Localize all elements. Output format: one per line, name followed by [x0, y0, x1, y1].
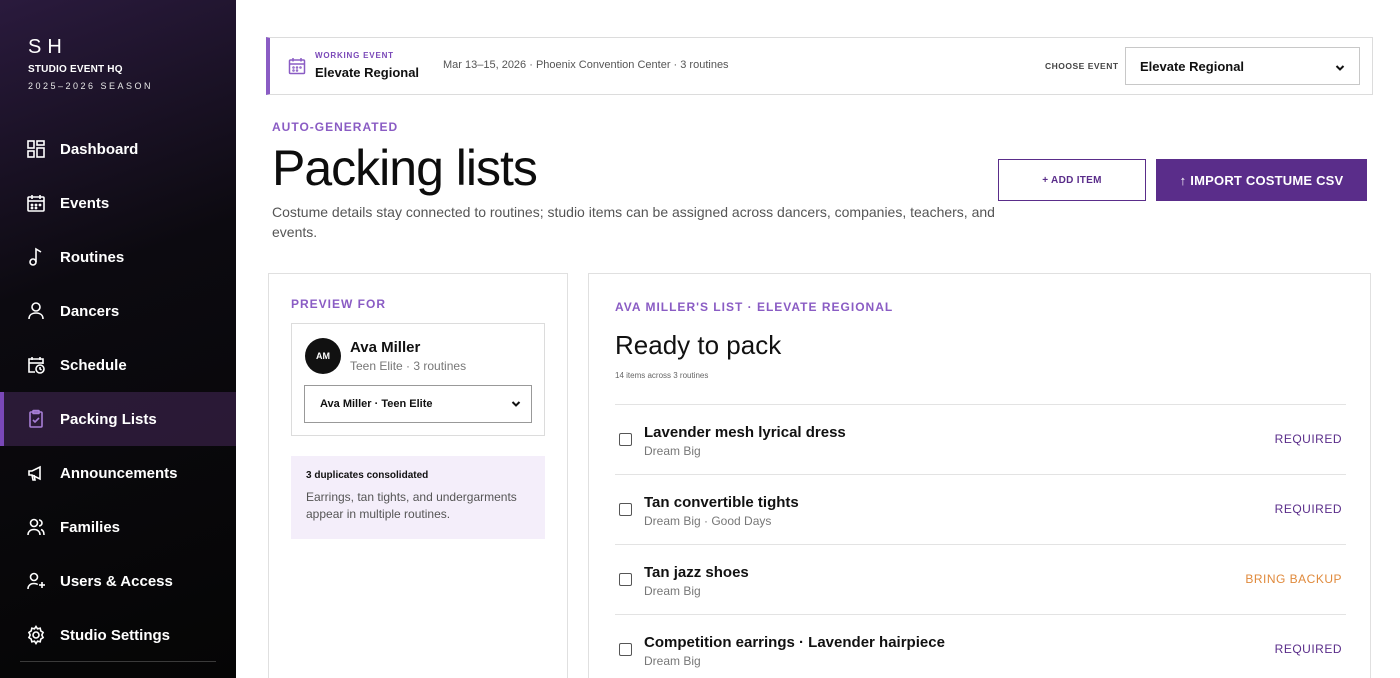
- item-tag: REQUIRED: [1274, 642, 1342, 656]
- item-routines: Dream Big · Good Days: [644, 514, 772, 528]
- item-name: Tan convertible tights: [644, 494, 799, 511]
- chevron-down-icon: [1335, 61, 1345, 71]
- clipboard-check-icon: [26, 409, 46, 429]
- sidebar-item-studio-settings[interactable]: Studio Settings: [0, 608, 236, 662]
- calendar-clock-icon: [26, 355, 46, 375]
- page-description: Costume details stay connected to routin…: [272, 204, 995, 240]
- item-routines: Dream Big: [644, 444, 701, 458]
- item-tag: BRING BACKUP: [1245, 572, 1342, 586]
- sidebar-item-announcements[interactable]: Announcements: [0, 446, 236, 500]
- item-checkbox[interactable]: [619, 573, 632, 586]
- people-icon: [26, 517, 46, 537]
- sidebar-item-label: Packing Lists: [60, 410, 157, 428]
- sidebar-item-label: Schedule: [60, 356, 127, 374]
- music-note-icon: [26, 247, 46, 267]
- duplicates-text: Earrings, tan tights, and undergarments …: [306, 490, 517, 521]
- grid-icon: [26, 139, 46, 159]
- sidebar-item-dashboard[interactable]: Dashboard: [0, 122, 236, 176]
- sidebar-item-label: Dancers: [60, 302, 120, 320]
- working-event-label: WORKING EVENT: [315, 51, 394, 60]
- megaphone-icon: [26, 463, 46, 483]
- sidebar-item-label: Studio Settings: [60, 626, 170, 644]
- dancer-name: Ava Miller: [350, 339, 421, 356]
- list-label: AVA MILLER'S LIST · ELEVATE REGIONAL: [615, 300, 894, 314]
- user-plus-icon: [26, 571, 46, 591]
- sidebar-item-routines[interactable]: Routines: [0, 230, 236, 284]
- person-icon: [26, 301, 46, 321]
- list-item: Lavender mesh lyrical dress Dream Big RE…: [615, 404, 1346, 474]
- sidebar-item-label: Events: [60, 194, 110, 212]
- brand-mark: SH: [28, 36, 68, 58]
- item-routines: Dream Big: [644, 654, 701, 668]
- sidebar-item-events[interactable]: Events: [0, 176, 236, 230]
- add-item-button[interactable]: + ADD ITEM: [998, 159, 1146, 201]
- item-checkbox[interactable]: [619, 503, 632, 516]
- import-costume-csv-button[interactable]: ↑ IMPORT COSTUME CSV: [1156, 159, 1367, 201]
- sidebar-item-label: Users & Access: [60, 572, 173, 590]
- page-title: Packing lists: [272, 140, 538, 196]
- item-tag: REQUIRED: [1274, 432, 1342, 446]
- item-name: Tan jazz shoes: [644, 564, 749, 581]
- item-checkbox[interactable]: [619, 643, 632, 656]
- list-item: Tan jazz shoes Dream Big BRING BACKUP: [615, 544, 1346, 614]
- sidebar-item-packing-lists[interactable]: Packing Lists: [0, 392, 236, 446]
- page-eyebrow: AUTO-GENERATED: [272, 120, 399, 134]
- duplicates-title: 3 duplicates consolidated: [306, 470, 429, 481]
- brand-season: 2025–2026 SEASON: [28, 81, 154, 91]
- gear-icon: [26, 625, 46, 645]
- avatar: AM: [305, 338, 341, 374]
- brand: SH STUDIO EVENT HQ 2025–2026 SEASON: [28, 36, 153, 91]
- sidebar-item-label: Families: [60, 518, 121, 536]
- calendar-icon: [26, 193, 46, 213]
- sidebar: SH STUDIO EVENT HQ 2025–2026 SEASON Dash…: [0, 0, 236, 678]
- dancer-select[interactable]: Ava Miller · Teen Elite: [304, 385, 532, 423]
- preview-label: PREVIEW FOR: [291, 297, 387, 311]
- choose-event-label: CHOOSE EVENT: [1045, 61, 1119, 71]
- sidebar-item-label: Announcements: [60, 464, 178, 482]
- sidebar-item-label: Routines: [60, 248, 125, 266]
- brand-name: STUDIO EVENT HQ: [28, 64, 123, 75]
- sidebar-nav: Dashboard Events Routines Dancers Schedu…: [0, 122, 236, 662]
- sidebar-item-schedule[interactable]: Schedule: [0, 338, 236, 392]
- dancer-box: AM Ava Miller Teen Elite · 3 routines Av…: [291, 323, 545, 436]
- dancer-select-value: Ava Miller · Teen Elite: [320, 398, 433, 410]
- packing-list-card: AVA MILLER'S LIST · ELEVATE REGIONAL Rea…: [588, 273, 1371, 678]
- sidebar-item-dancers[interactable]: Dancers: [0, 284, 236, 338]
- sidebar-item-label: Dashboard: [60, 140, 139, 158]
- upload-arrow-icon: ↑: [1179, 172, 1187, 188]
- item-checkbox[interactable]: [619, 433, 632, 446]
- preview-card: PREVIEW FOR AM Ava Miller Teen Elite · 3…: [268, 273, 568, 678]
- list-title: Ready to pack: [615, 330, 782, 360]
- duplicates-notice: 3 duplicates consolidated Earrings, tan …: [291, 456, 545, 539]
- item-name: Competition earrings · Lavender hairpiec…: [644, 634, 945, 651]
- import-button-label: IMPORT COSTUME CSV: [1190, 172, 1344, 188]
- sidebar-item-users-access[interactable]: Users & Access: [0, 554, 236, 608]
- working-event-bar: WORKING EVENT Elevate Regional Mar 13–15…: [266, 37, 1373, 95]
- list-subtitle: 14 items across 3 routines: [615, 371, 709, 380]
- item-routines: Dream Big: [644, 584, 701, 598]
- item-tag: REQUIRED: [1274, 502, 1342, 516]
- item-name: Lavender mesh lyrical dress: [644, 424, 846, 441]
- list-item: Tan convertible tights Dream Big · Good …: [615, 474, 1346, 544]
- choose-event-value: Elevate Regional: [1140, 58, 1245, 74]
- choose-event-select[interactable]: Elevate Regional: [1125, 47, 1360, 85]
- packing-items: Lavender mesh lyrical dress Dream Big RE…: [615, 404, 1346, 678]
- sidebar-divider: [20, 661, 216, 662]
- dancer-meta: Teen Elite · 3 routines: [350, 359, 467, 373]
- sidebar-item-families[interactable]: Families: [0, 500, 236, 554]
- chevron-down-icon: [511, 399, 521, 409]
- calendar-icon: [288, 57, 306, 75]
- working-event-meta: Mar 13–15, 2026 · Phoenix Convention Cen…: [443, 59, 729, 71]
- working-event-name: Elevate Regional: [315, 65, 420, 80]
- list-item: Competition earrings · Lavender hairpiec…: [615, 614, 1346, 678]
